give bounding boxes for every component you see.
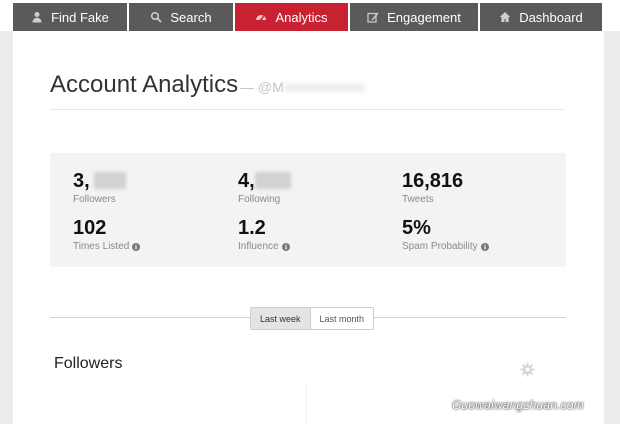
tab-analytics[interactable]: Analytics — [235, 3, 349, 31]
edit-icon — [367, 11, 379, 23]
stat-value: 5% — [402, 217, 431, 239]
stat-value: 102 — [73, 217, 107, 239]
followers-section-title: Followers — [54, 355, 123, 372]
tab-label: Engagement — [387, 9, 461, 25]
tab-dashboard[interactable]: Dashboard — [480, 3, 603, 31]
tab-search[interactable]: Search — [129, 3, 234, 31]
tab-label: Dashboard — [519, 9, 583, 25]
title-divider — [50, 109, 565, 110]
tab-find-fake[interactable]: Find Fake — [13, 3, 128, 31]
info-icon[interactable] — [132, 242, 141, 251]
stat-label: Times Listed — [73, 240, 141, 253]
chart-divider — [306, 385, 307, 424]
stat-times-listed: 102 Times Listed — [73, 217, 141, 253]
handle-redaction — [285, 83, 365, 92]
value-redaction — [255, 172, 291, 189]
stat-label: Followers — [73, 194, 116, 205]
account-handle: — @M — [240, 79, 284, 95]
last-week-button[interactable]: Last week — [251, 308, 311, 329]
stat-spam-probability: 5% Spam Probability — [402, 217, 489, 253]
search-icon — [150, 11, 163, 23]
stat-label: Following — [238, 194, 281, 205]
page-title: Account Analytics — [50, 71, 239, 98]
stat-influence: 1.2 Influence — [238, 217, 290, 253]
stat-label: Tweets — [402, 194, 434, 205]
tab-engagement[interactable]: Engagement — [350, 3, 479, 31]
gear-icon[interactable] — [520, 362, 535, 377]
last-month-button[interactable]: Last month — [310, 308, 374, 329]
watermark-text: Guowaiwangzhuan.com — [452, 398, 584, 412]
user-icon — [31, 11, 43, 23]
stat-label: Spam Probability — [402, 240, 489, 253]
info-icon[interactable] — [281, 242, 290, 251]
date-range-toggle: Last week Last month — [250, 307, 375, 330]
top-nav: Find Fake Search Analytics Engagement Da… — [0, 0, 620, 31]
value-redaction — [94, 172, 126, 189]
tab-label: Find Fake — [51, 9, 109, 25]
stat-value: 16,816 — [402, 170, 464, 192]
tab-label: Analytics — [275, 9, 328, 25]
tab-label: Search — [170, 9, 212, 25]
home-icon — [499, 11, 511, 23]
dashboard-gauge-icon — [255, 11, 267, 23]
info-icon[interactable] — [480, 242, 489, 251]
stat-tweets: 16,816 Tweets — [402, 170, 463, 206]
stat-value: 1.2 — [238, 217, 266, 239]
stat-label: Influence — [238, 240, 290, 253]
